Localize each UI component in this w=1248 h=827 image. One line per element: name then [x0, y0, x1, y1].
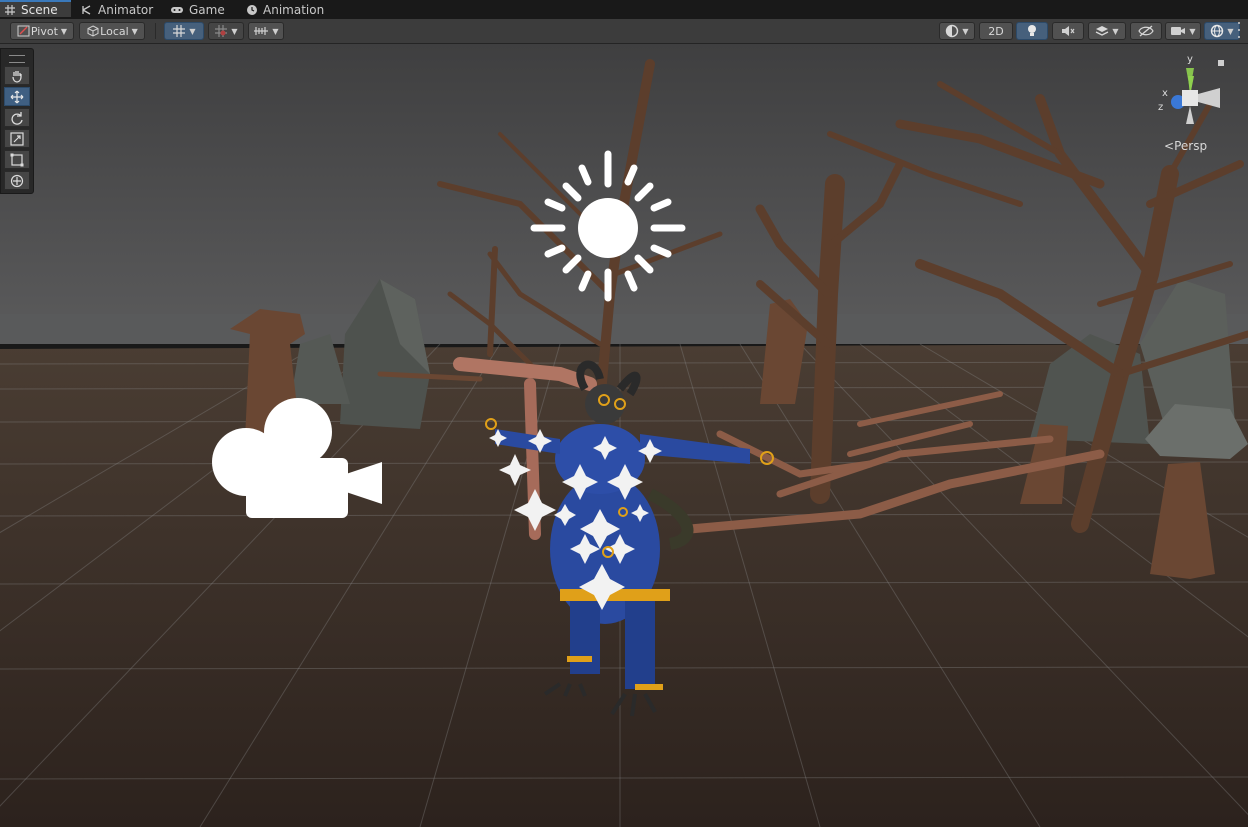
- pivot-dropdown[interactable]: Pivot ▼: [10, 22, 74, 40]
- animator-icon: [82, 4, 91, 15]
- transform-tool-icon: [10, 174, 24, 187]
- grid-icon: [5, 4, 15, 15]
- video-camera-icon: [1171, 27, 1186, 35]
- chevron-down-icon: ▼: [1112, 26, 1119, 36]
- movie-camera-icon[interactable]: [210, 396, 386, 522]
- tab-label: Scene: [21, 2, 58, 17]
- chevron-down-icon: ▼: [131, 26, 138, 36]
- grid-snapping-toggle[interactable]: ▼: [164, 22, 204, 40]
- eye-hidden-icon: [1138, 25, 1154, 37]
- scale-tool-button[interactable]: [4, 129, 30, 148]
- axis-y-label: y: [1187, 54, 1193, 65]
- chevron-down-icon: ▼: [231, 26, 238, 36]
- effects-dropdown[interactable]: ▼: [1088, 22, 1126, 40]
- snap-grid-icon: [215, 25, 228, 37]
- chevron-left-icon: <: [1164, 139, 1175, 153]
- sun-icon[interactable]: [528, 148, 688, 308]
- drag-handle-icon[interactable]: [9, 55, 25, 63]
- lighting-toggle[interactable]: [1016, 22, 1048, 40]
- cube-icon: [87, 25, 99, 37]
- tab-animator[interactable]: Animator: [81, 0, 153, 19]
- lightbulb-icon: [1028, 25, 1036, 36]
- axis-x-label: x: [1162, 88, 1168, 99]
- pivot-label: Pivot: [30, 24, 58, 38]
- tab-label: Animator: [98, 2, 154, 17]
- chevron-down-icon: ▼: [1189, 26, 1196, 36]
- editor-tab-bar: Scene Animator Game Animation: [0, 0, 1248, 19]
- audio-toggle[interactable]: [1052, 22, 1084, 40]
- speaker-muted-icon: [1062, 26, 1075, 36]
- gizmos-dropdown[interactable]: ▼: [1204, 22, 1240, 40]
- projection-label: Persp: [1174, 139, 1208, 153]
- chevron-down-icon: ▼: [962, 26, 969, 36]
- tab-animation[interactable]: Animation: [246, 0, 324, 19]
- 2d-mode-toggle[interactable]: 2D: [979, 22, 1013, 40]
- shading-mode-icon: [946, 24, 959, 38]
- scene-viewport[interactable]: y x z <Persp: [0, 44, 1248, 827]
- tools-overlay: [0, 48, 34, 194]
- chevron-down-icon: ▼: [272, 26, 279, 36]
- tab-label: Game: [189, 2, 225, 17]
- chevron-down-icon: ▼: [60, 26, 68, 36]
- move-tool-button[interactable]: [4, 87, 30, 106]
- rotate-tool-button[interactable]: [4, 108, 30, 127]
- layers-icon: [1096, 26, 1109, 36]
- gamepad-icon: [171, 6, 183, 13]
- rect-tool-icon: [10, 153, 24, 166]
- grid-snap-icon: [173, 25, 186, 37]
- snap-increment-dropdown[interactable]: ▼: [248, 22, 284, 40]
- chevron-down-icon: ▼: [189, 26, 196, 36]
- scene-visibility-toggle[interactable]: [1130, 22, 1162, 40]
- rotate-tool-icon: [11, 111, 23, 125]
- scene-toolbar: Pivot ▼ Local ▼ ▼ ▼ ▼ ▼ 2D ▼ ▼ ▼: [0, 19, 1248, 44]
- local-dropdown[interactable]: Local ▼: [79, 22, 145, 40]
- camera-settings-dropdown[interactable]: ▼: [1165, 22, 1201, 40]
- gizmo-globe-icon: [1211, 24, 1224, 38]
- rect-tool-button[interactable]: [4, 150, 30, 169]
- vertical-ellipsis-icon[interactable]: [1236, 22, 1242, 38]
- hand-tool-icon: [12, 70, 22, 83]
- projection-toggle[interactable]: <Persp: [1164, 139, 1207, 153]
- tab-scene[interactable]: Scene: [0, 0, 71, 17]
- move-tool-icon: [10, 90, 24, 103]
- orientation-gizmo[interactable]: y x z: [1150, 48, 1240, 132]
- clock-icon: [247, 4, 257, 15]
- draw-mode-dropdown[interactable]: ▼: [939, 22, 975, 40]
- local-label: Local: [100, 24, 129, 38]
- axis-z-label: z: [1158, 102, 1163, 113]
- ruler-icon: [254, 27, 269, 35]
- scale-tool-icon: [10, 131, 24, 146]
- 2d-label: 2D: [988, 24, 1004, 38]
- toolbar-separator: [155, 23, 156, 39]
- tab-game[interactable]: Game: [170, 0, 225, 19]
- transform-tool-button[interactable]: [4, 171, 30, 190]
- tab-label: Animation: [263, 2, 325, 17]
- increment-snap-dropdown[interactable]: ▼: [208, 22, 244, 40]
- hand-tool-button[interactable]: [4, 66, 30, 85]
- chevron-down-icon: ▼: [1227, 26, 1234, 36]
- lock-icon[interactable]: [1218, 60, 1224, 66]
- pivot-icon: [17, 25, 30, 37]
